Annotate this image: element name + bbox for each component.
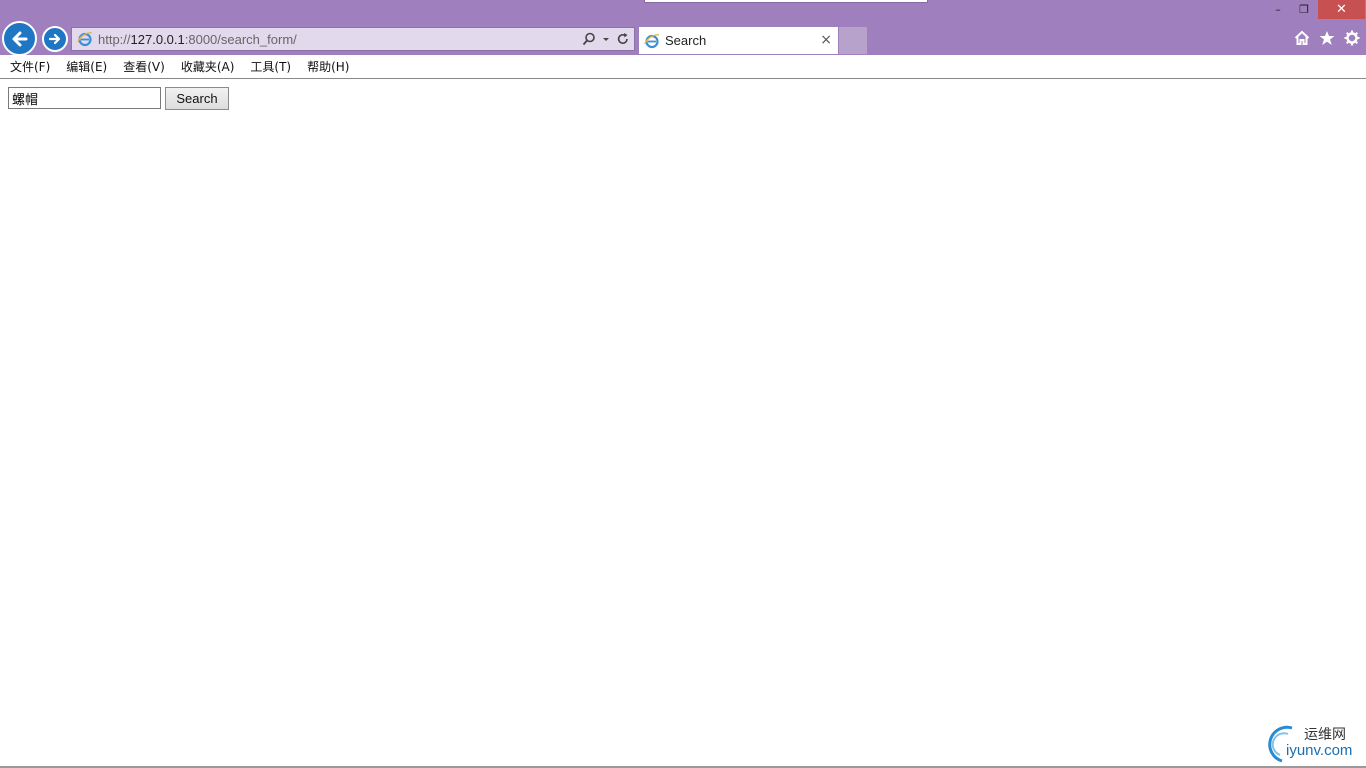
address-tools (582, 30, 630, 48)
settings-button[interactable] (1343, 29, 1360, 46)
menu-tools[interactable]: 工具(T) (250, 58, 291, 75)
home-icon (1294, 30, 1309, 45)
home-button[interactable] (1293, 29, 1310, 46)
back-button[interactable] (2, 21, 37, 56)
favorites-button[interactable] (1318, 29, 1335, 46)
url-host: 127.0.0.1 (130, 31, 185, 47)
browser-tools (1293, 29, 1360, 46)
close-window-button[interactable]: ✕ (1318, 0, 1365, 19)
close-icon: ✕ (1336, 2, 1347, 17)
ie-logo-icon (76, 30, 94, 48)
watermark: 运维网 iyunv.com (1262, 722, 1362, 764)
minimize-button[interactable]: – (1266, 0, 1290, 19)
dropdown-icon[interactable] (602, 32, 610, 46)
tab-search[interactable]: Search × (639, 27, 838, 54)
minimize-icon: – (1275, 3, 1281, 16)
tab-title: Search (665, 33, 707, 48)
browser-chrome: – ❐ ✕ http://127.0.0.1:8000/search_form/ (0, 0, 1366, 56)
menu-help[interactable]: 帮助(H) (307, 58, 349, 75)
tab-ie-logo-icon (643, 32, 661, 50)
menu-edit[interactable]: 编辑(E) (66, 58, 107, 75)
restore-button[interactable]: ❐ (1292, 0, 1316, 19)
gear-icon (1344, 30, 1359, 45)
refresh-icon[interactable] (616, 32, 630, 46)
star-icon (1319, 30, 1334, 45)
menu-view[interactable]: 查看(V) (123, 58, 165, 75)
watermark-cn: 运维网 (1304, 727, 1346, 743)
url-path: :8000/search_form/ (184, 31, 297, 47)
url-text: http://127.0.0.1:8000/search_form/ (98, 32, 297, 47)
new-tab-button[interactable] (839, 27, 867, 54)
url-prefix: http:// (98, 31, 131, 47)
back-arrow-icon (12, 31, 27, 46)
caption-notch (644, 0, 928, 3)
search-icon[interactable] (582, 32, 596, 46)
search-input[interactable] (8, 87, 161, 109)
menu-bar: 文件(F) 编辑(E) 查看(V) 收藏夹(A) 工具(T) 帮助(H) (0, 55, 1366, 79)
address-bar[interactable]: http://127.0.0.1:8000/search_form/ (71, 27, 635, 51)
forward-button[interactable] (42, 26, 68, 52)
menu-favorites[interactable]: 收藏夹(A) (181, 58, 235, 75)
restore-icon: ❐ (1299, 3, 1309, 16)
search-button[interactable]: Search (165, 87, 229, 110)
watermark-en: iyunv.com (1286, 742, 1353, 759)
forward-arrow-icon (48, 33, 61, 45)
menu-file[interactable]: 文件(F) (10, 58, 50, 75)
tab-close-icon[interactable]: × (820, 32, 832, 48)
